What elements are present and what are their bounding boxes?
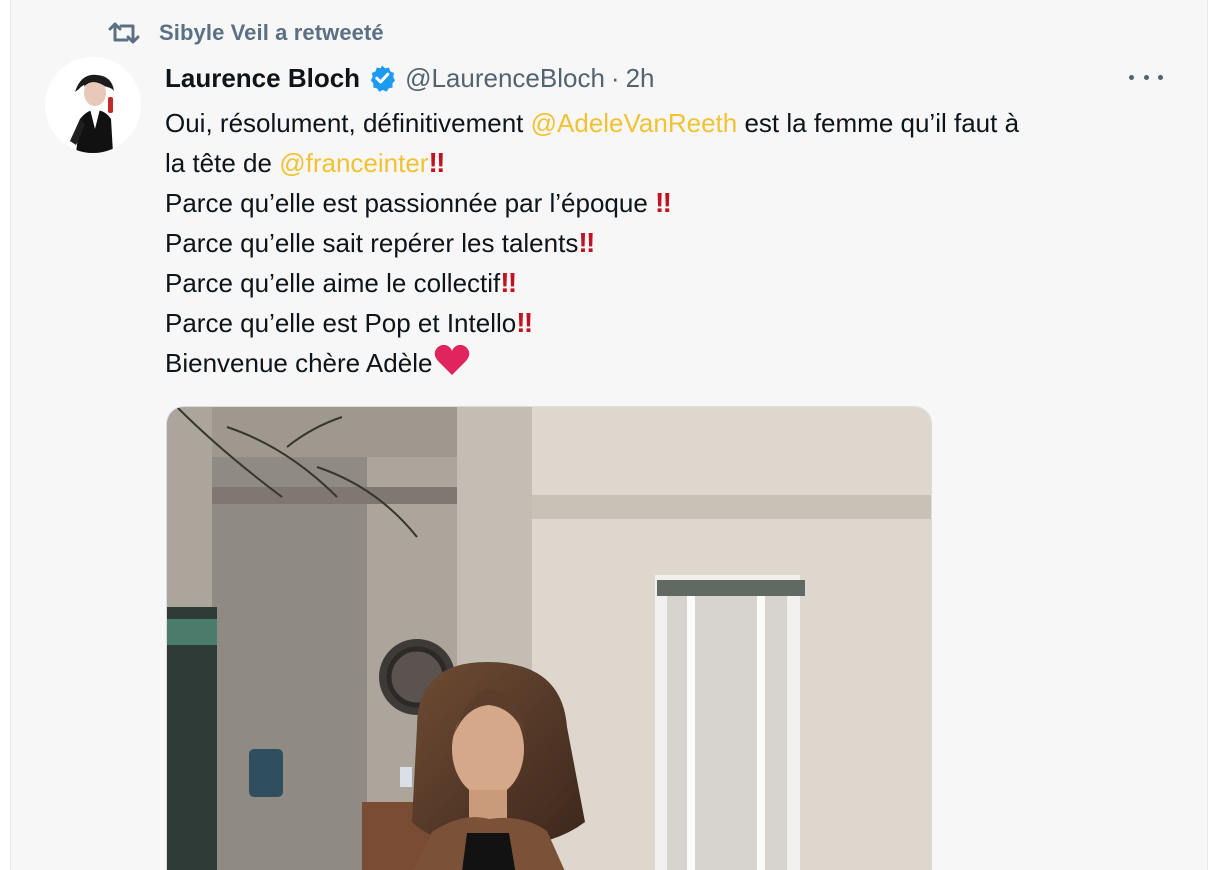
page: Sibyle Veil a retweeté Laurence Bloch @L… [0,0,1210,870]
more-options-button[interactable] [1129,64,1163,90]
tweet-text-segment: Bienvenue chère Adèle [165,348,433,378]
tweet-line: Bienvenue chère Adèle [165,343,1175,388]
avatar[interactable] [45,57,141,153]
tweet-line: Parce qu’elle aime le collectif‼ [165,263,1175,303]
tweet-line: Oui, résolument, définitivement @AdeleVa… [165,103,1175,143]
double-exclamation-icon: ‼ [516,307,533,338]
tweet-text-segment: la tête de [165,148,280,178]
more-dot-icon [1129,74,1134,80]
tweet-line: Parce qu’elle est passionnée par l’époqu… [165,183,1175,223]
tweet-text-segment: Parce qu’elle est Pop et Intello [165,308,517,338]
heart-icon [433,343,471,388]
author-handle[interactable]: @LaurenceBloch [405,63,605,94]
tweet-photo[interactable] [166,406,932,870]
tweet-header: Laurence Bloch @LaurenceBloch · 2h [165,59,655,97]
separator-dot: · [610,62,620,93]
double-exclamation-icon: ‼ [500,267,517,298]
tweet-card[interactable]: Sibyle Veil a retweeté Laurence Bloch @L… [10,0,1208,870]
double-exclamation-icon: ‼ [655,187,672,218]
double-exclamation-icon: ‼ [428,147,445,178]
retweet-context: Sibyle Veil a retweeté [107,18,384,48]
author-name[interactable]: Laurence Bloch [165,63,360,94]
tweet-timestamp[interactable]: 2h [626,63,655,94]
tweet-text-segment: est la femme qu’il faut à [737,108,1020,138]
double-exclamation-icon: ‼ [578,227,595,258]
mention-link[interactable]: @franceinter [279,148,428,178]
retweet-icon [107,18,141,48]
tweet-line: Parce qu’elle sait repérer les talents‼ [165,223,1175,263]
tweet-line: Parce qu’elle est Pop et Intello‼ [165,303,1175,343]
more-dot-icon [1143,74,1149,80]
tweet-text-segment: Parce qu’elle sait repérer les talents [165,228,579,258]
retweet-label[interactable]: Sibyle Veil a retweeté [159,20,384,46]
tweet-line: la tête de @franceinter‼ [165,143,1175,183]
tweet-text: Oui, résolument, définitivement @AdeleVa… [165,103,1175,388]
more-dot-icon [1158,74,1163,80]
tweet-text-segment: Parce qu’elle est passionnée par l’époqu… [165,188,656,218]
tweet-text-segment: Parce qu’elle aime le collectif [165,268,501,298]
verified-badge-icon [368,64,396,92]
tweet-text-segment: Oui, résolument, définitivement [165,108,531,138]
mention-link[interactable]: @AdeleVanReeth [531,108,738,138]
